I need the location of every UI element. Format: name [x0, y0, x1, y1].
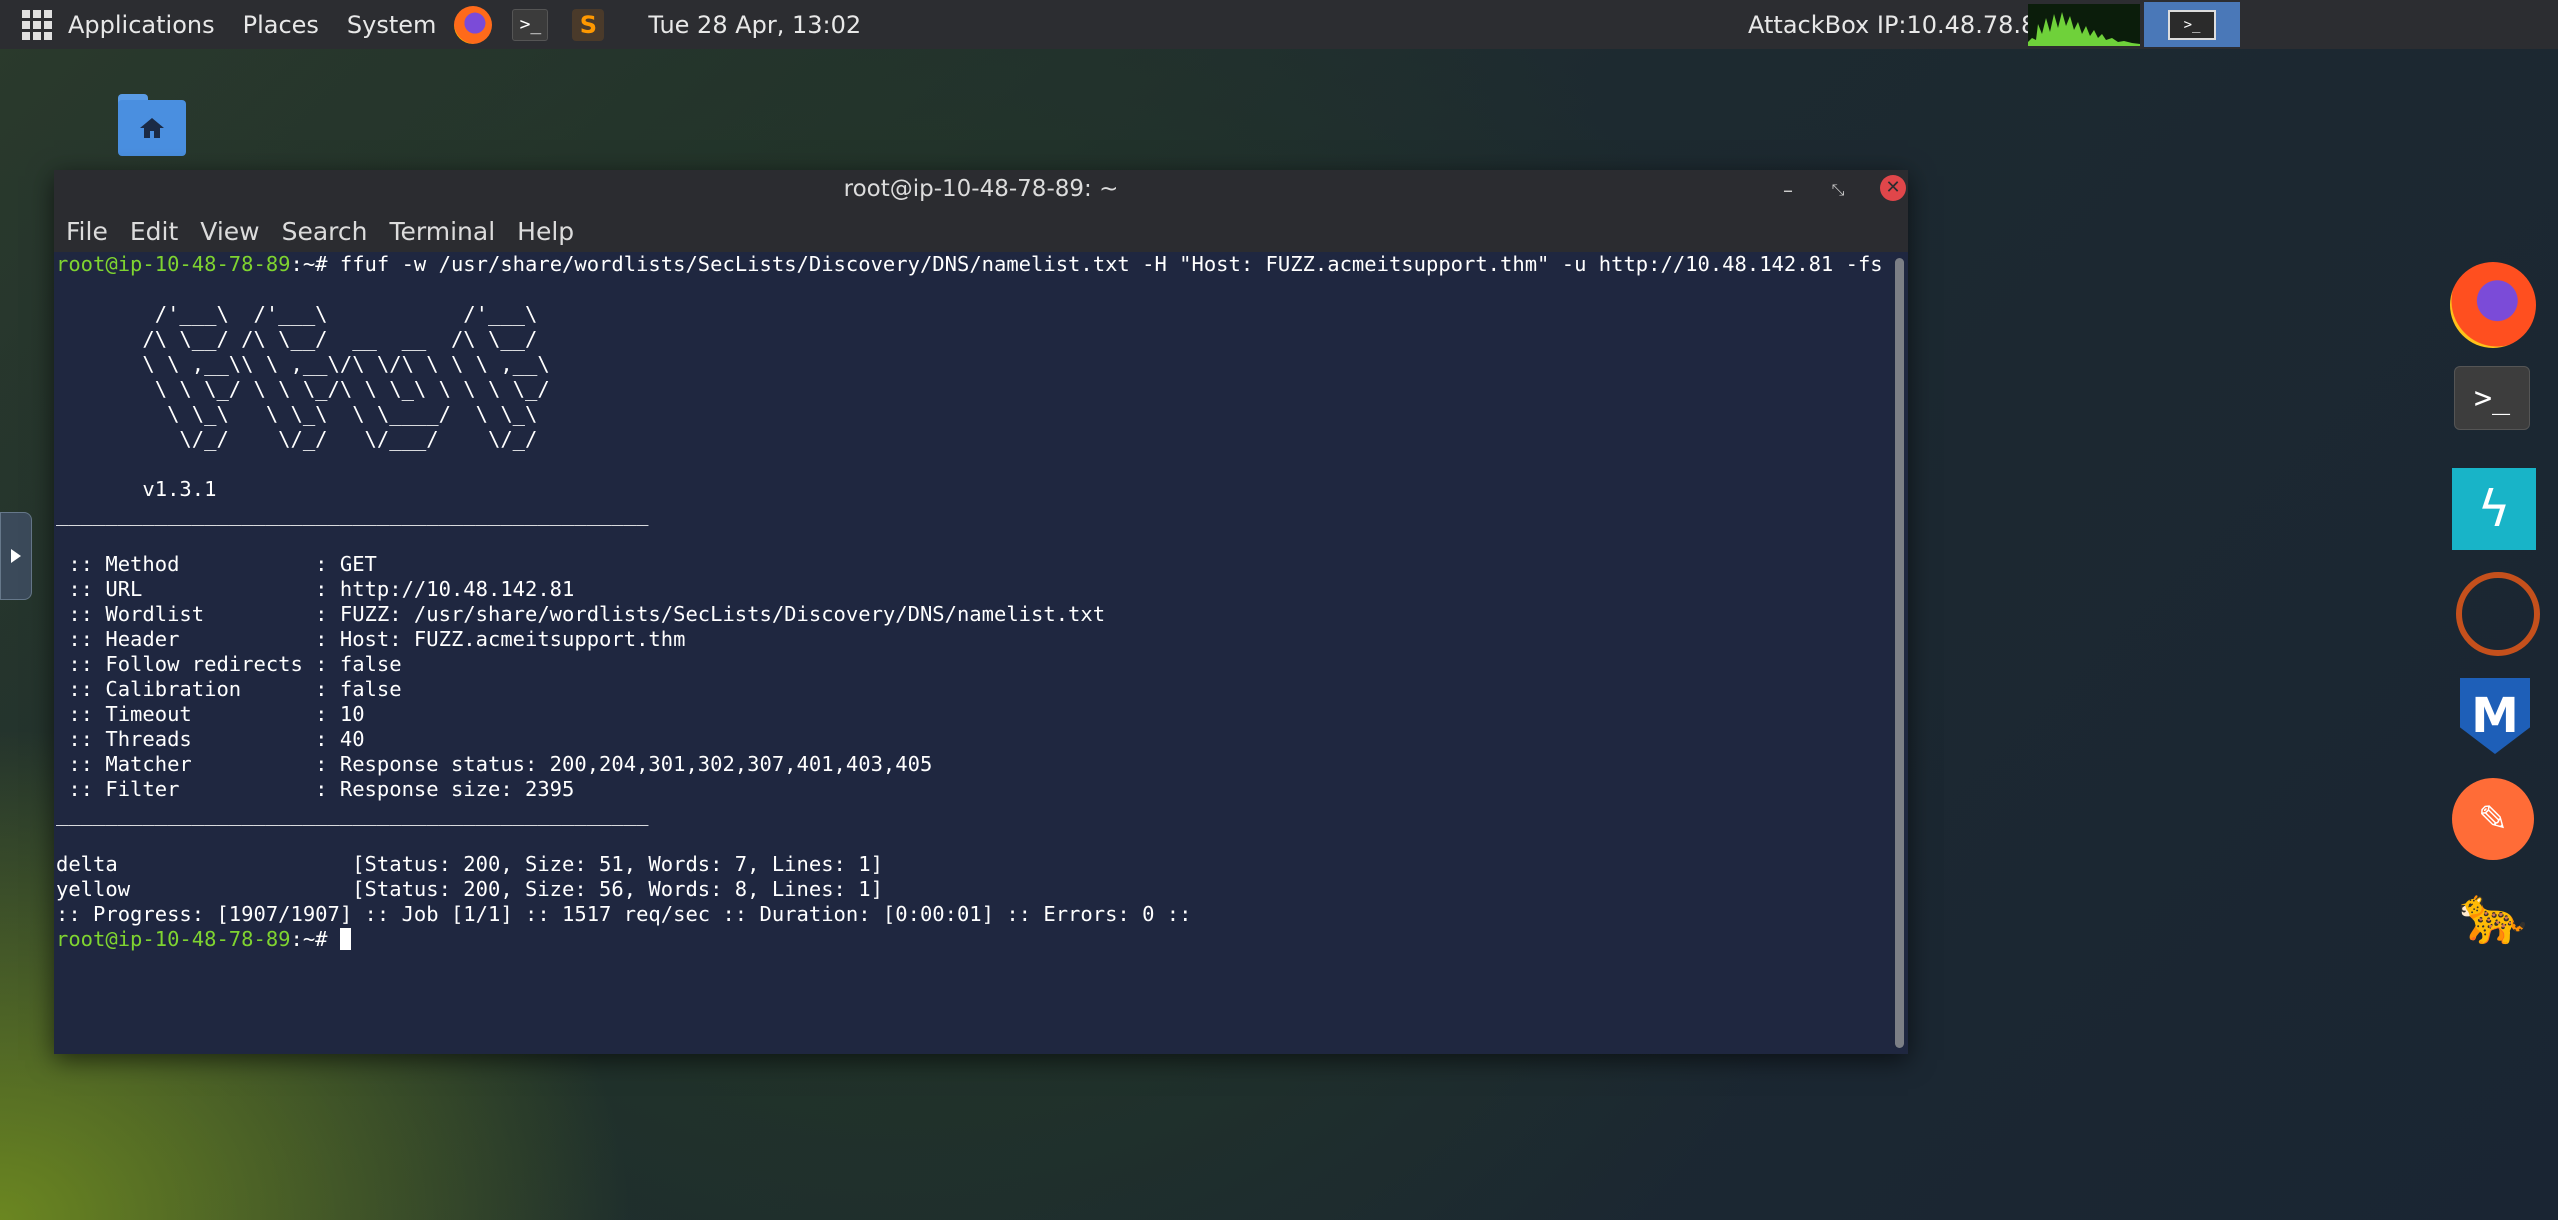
- burp-suite-icon[interactable]: ϟ: [2452, 468, 2536, 550]
- config-line: :: Timeout : 10: [56, 702, 365, 726]
- side-panel-handle[interactable]: [0, 512, 32, 600]
- command-line: root@ip-10-48-78-89:~# ffuf -w /usr/shar…: [56, 252, 1892, 277]
- shell-prompt: root@ip-10-48-78-89: [56, 927, 291, 951]
- prompt-suffix: :~#: [290, 252, 340, 276]
- command-text: ffuf -w /usr/share/wordlists/SecLists/Di…: [339, 252, 1892, 276]
- taskbar-terminal-button[interactable]: >_: [2144, 2, 2240, 47]
- applications-menu[interactable]: Applications: [68, 0, 215, 49]
- menu-help[interactable]: Help: [517, 217, 574, 246]
- play-icon: [11, 549, 21, 563]
- window-titlebar[interactable]: root@ip-10-48-78-89: ~ – ⤡ ✕: [54, 170, 1908, 210]
- divider-line: ________________________________________…: [56, 802, 649, 826]
- shell-prompt: root@ip-10-48-78-89: [56, 252, 291, 276]
- restore-icon[interactable]: ⤡: [1826, 178, 1850, 202]
- terminal-output[interactable]: root@ip-10-48-78-89:~# ffuf -w /usr/shar…: [54, 252, 1892, 1054]
- banner-line: \ \_\ \ \_\ \ \____/ \ \_\: [56, 402, 624, 426]
- network-graph: [2028, 4, 2140, 46]
- terminal-menubar: File Edit View Search Terminal Help: [54, 210, 1908, 252]
- config-line: :: Filter : Response size: 2395: [56, 777, 575, 801]
- prompt-line: root@ip-10-48-78-89:~#: [56, 927, 351, 952]
- banner-line: /'___\ /'___\ /'___\: [56, 302, 624, 326]
- text-cursor: [339, 928, 351, 950]
- result-line: yellow [Status: 200, Size: 56, Words: 8,…: [56, 877, 883, 901]
- terminal-icon[interactable]: >_: [512, 8, 549, 41]
- menu-file[interactable]: File: [66, 217, 108, 246]
- result-line: delta [Status: 200, Size: 51, Words: 7, …: [56, 852, 883, 876]
- places-menu[interactable]: Places: [243, 0, 319, 49]
- firefox-icon[interactable]: [2450, 262, 2536, 348]
- terminal-icon: >_: [2168, 9, 2216, 40]
- terminal-scrollbar[interactable]: [1892, 252, 1908, 1054]
- progress-line: :: Progress: [1907/1907] :: Job [1/1] ::…: [56, 902, 1192, 926]
- metasploit-icon[interactable]: M: [2460, 678, 2530, 754]
- cyberchef-icon[interactable]: [2456, 572, 2540, 656]
- banner-line: /\ \__/ /\ \__/ __ __ /\ \__/: [56, 327, 624, 351]
- config-line: :: Header : Host: FUZZ.acmeitsupport.thm: [56, 627, 686, 651]
- config-line: :: Threads : 40: [56, 727, 365, 751]
- menu-terminal[interactable]: Terminal: [389, 217, 495, 246]
- home-folder-icon[interactable]: [118, 94, 186, 156]
- menu-edit[interactable]: Edit: [130, 217, 178, 246]
- divider-line: ________________________________________…: [56, 502, 649, 526]
- terminal-window: root@ip-10-48-78-89: ~ – ⤡ ✕ File Edit V…: [54, 170, 1908, 1054]
- config-line: :: Matcher : Response status: 200,204,30…: [56, 752, 933, 776]
- version-line: v1.3.1: [56, 477, 217, 501]
- config-line: :: Calibration : false: [56, 677, 402, 701]
- banner-line: \ \ ,__\\ \ ,__\/\ \/\ \ \ \ ,__\: [56, 352, 624, 376]
- scrollbar-thumb[interactable]: [1895, 258, 1904, 1048]
- attackbox-ip-label: AttackBox IP:10.48.78.89: [1748, 10, 2052, 39]
- config-line: :: Wordlist : FUZZ: /usr/share/wordlists…: [56, 602, 1106, 626]
- terminal-icon[interactable]: >_: [2454, 366, 2530, 430]
- menu-view[interactable]: View: [200, 217, 259, 246]
- system-menu[interactable]: System: [347, 0, 437, 49]
- config-line: :: Method : GET: [56, 552, 377, 576]
- close-icon[interactable]: ✕: [1880, 175, 1906, 201]
- leopard-icon[interactable]: 🐆: [2450, 880, 2536, 950]
- grid-icon[interactable]: [22, 9, 52, 40]
- window-title: root@ip-10-48-78-89: ~: [843, 176, 1119, 202]
- postman-icon[interactable]: ✎: [2452, 778, 2534, 860]
- minimize-icon[interactable]: –: [1776, 178, 1800, 202]
- home-icon: [140, 118, 164, 138]
- right-dock: >_ ϟ M ✎ 🐆: [2444, 250, 2554, 990]
- clock[interactable]: Tue 28 Apr, 13:02: [648, 0, 861, 49]
- config-line: :: Follow redirects : false: [56, 652, 402, 676]
- sublime-text-icon[interactable]: S: [572, 8, 605, 41]
- banner-line: \ \ \_/ \ \ \_/\ \ \_\ \ \ \ \_/: [56, 377, 624, 401]
- config-line: :: URL : http://10.48.142.81: [56, 577, 575, 601]
- banner-line: \/_/ \/_/ \/___/ \/_/: [56, 427, 624, 451]
- prompt-suffix: :~#: [290, 927, 340, 951]
- firefox-icon[interactable]: [454, 5, 493, 44]
- menu-search[interactable]: Search: [282, 217, 368, 246]
